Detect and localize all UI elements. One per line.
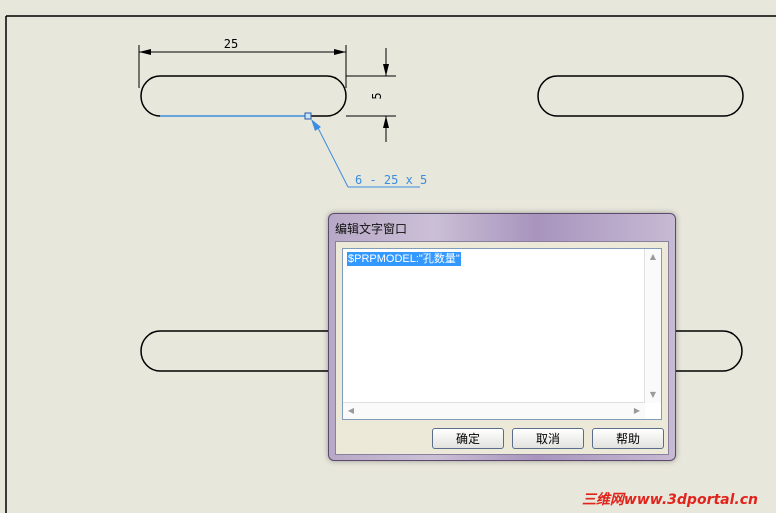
dim-arrow-right	[334, 49, 346, 55]
scroll-right-icon[interactable]: ▶	[629, 403, 645, 419]
text-edit-area[interactable]: $PRPMODEL:"孔数量" ▲ ▼ ◀ ▶	[342, 248, 662, 420]
dim-arrow-bottom	[383, 116, 389, 128]
horizontal-scrollbar[interactable]: ◀ ▶	[343, 402, 645, 419]
watermark-text: 三维网www.3dportal.cn	[581, 492, 758, 508]
cancel-button[interactable]: 取消	[512, 428, 584, 449]
selected-text[interactable]: $PRPMODEL:"孔数量"	[347, 252, 461, 266]
selection-grip[interactable]	[304, 112, 312, 120]
leader-arrow	[311, 119, 321, 131]
dim-arrow-left	[139, 49, 151, 55]
edit-text-dialog: 编辑文字窗口 $PRPMODEL:"孔数量" ▲ ▼ ◀ ▶ 确定 取消 帮助	[328, 213, 676, 461]
slot-bottom-right	[676, 330, 743, 372]
dialog-body: $PRPMODEL:"孔数量" ▲ ▼ ◀ ▶ 确定 取消 帮助	[335, 241, 669, 455]
dim-width-value[interactable]: 25	[224, 37, 238, 51]
slot-bottom-left	[140, 330, 328, 372]
slot-top-left	[140, 75, 347, 117]
slot-top-right	[537, 75, 744, 117]
vertical-scrollbar[interactable]: ▲ ▼	[644, 249, 661, 403]
dialog-title: 编辑文字窗口	[335, 222, 408, 236]
ok-button[interactable]: 确定	[432, 428, 504, 449]
dim-height-value[interactable]: 5	[370, 92, 384, 99]
leader-line	[315, 123, 349, 188]
help-button[interactable]: 帮助	[592, 428, 664, 449]
drawing-canvas[interactable]: 25 5 6 - 25 x 5 编辑文字窗口 $PRPMODEL:"孔数量" ▲…	[0, 0, 776, 513]
scroll-left-icon[interactable]: ◀	[343, 403, 359, 419]
scroll-up-icon[interactable]: ▲	[645, 249, 661, 265]
hole-note-text[interactable]: 6 - 25 x 5	[355, 173, 427, 187]
dim-arrow-top	[383, 64, 389, 76]
scroll-down-icon[interactable]: ▼	[645, 387, 661, 403]
